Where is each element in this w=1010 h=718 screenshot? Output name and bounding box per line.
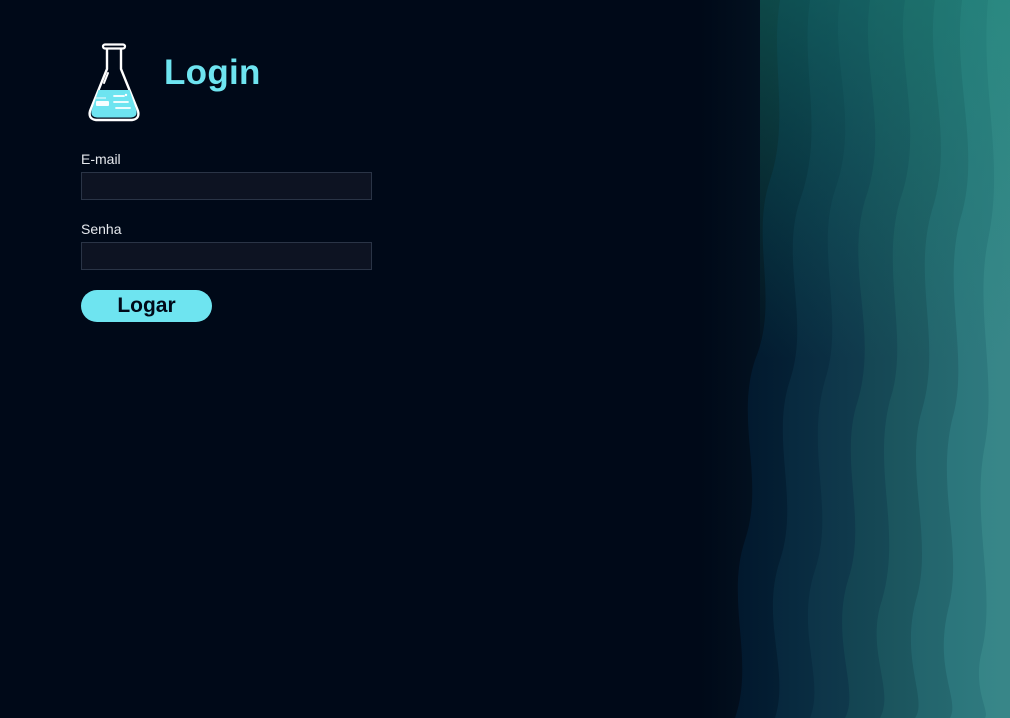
login-button[interactable]: Logar: [81, 290, 212, 322]
email-field[interactable]: [81, 172, 372, 200]
page-title: Login: [164, 52, 261, 92]
email-label: E-mail: [81, 151, 121, 167]
login-page: Login E-mail Senha Logar: [0, 0, 1010, 718]
password-field[interactable]: [81, 242, 372, 270]
login-header: Login: [86, 43, 261, 123]
flask-icon: [88, 43, 140, 122]
password-label: Senha: [81, 221, 122, 237]
